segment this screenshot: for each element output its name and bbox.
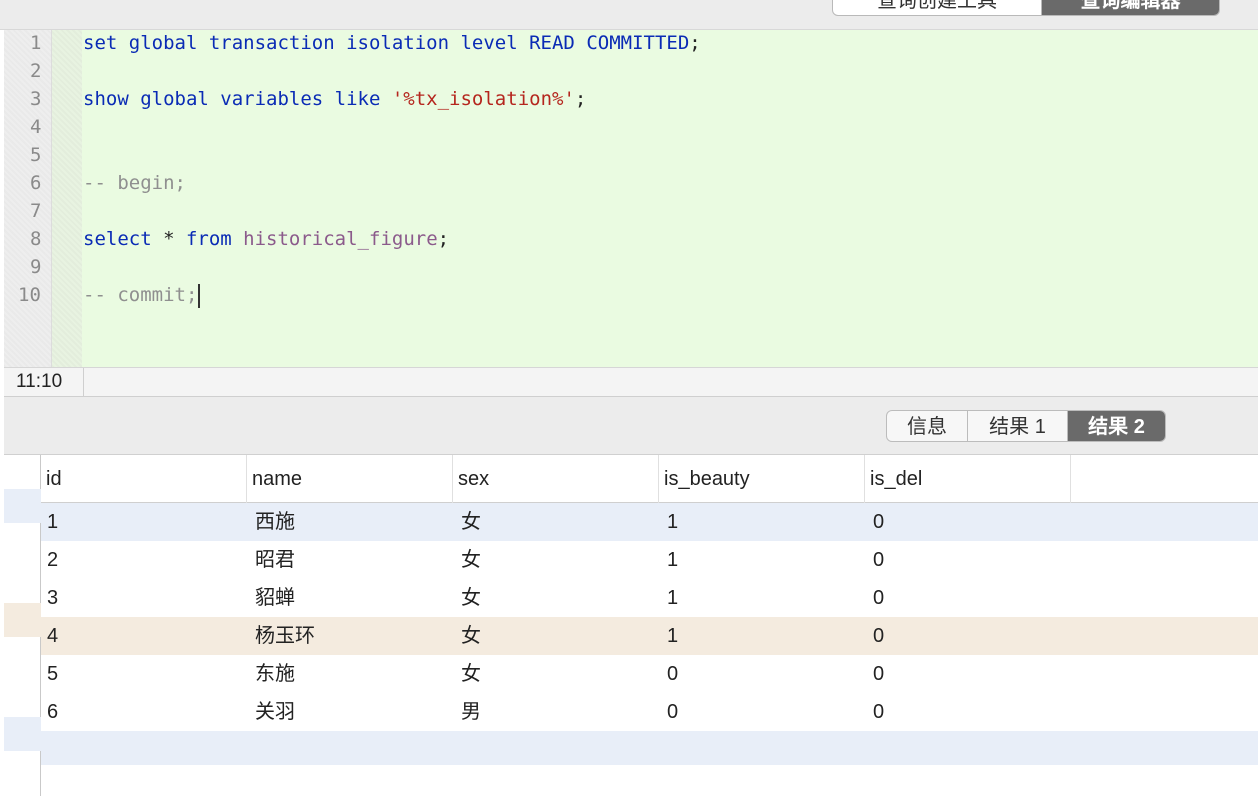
- table-cell[interactable]: 0: [865, 693, 1071, 731]
- code-token: '%tx_isolation%': [391, 88, 575, 110]
- line-number: 6: [30, 172, 42, 194]
- code-line[interactable]: [82, 254, 1258, 282]
- code-line[interactable]: -- commit;: [82, 282, 1258, 310]
- column-header-is-del[interactable]: is_del: [865, 455, 1071, 503]
- table-cell[interactable]: 女: [453, 655, 659, 693]
- code-token: -- begin;: [83, 172, 186, 194]
- table-cell[interactable]: 杨玉环: [247, 617, 453, 655]
- code-token: -- commit;: [83, 284, 198, 306]
- top-toolbar: 查询创建工具 查询编辑器: [0, 0, 1258, 30]
- table-cell[interactable]: 0: [659, 693, 865, 731]
- editor-status-bar: 11:10: [4, 367, 1258, 397]
- row-marker-new: [4, 717, 41, 751]
- tab-result-2[interactable]: 结果 2: [1067, 411, 1165, 441]
- table-cell[interactable]: 1: [659, 617, 865, 655]
- result-toolbar: 信息 结果 1 结果 2: [4, 397, 1258, 455]
- code-line[interactable]: [82, 114, 1258, 142]
- table-cell[interactable]: 女: [453, 617, 659, 655]
- code-token: from: [185, 228, 244, 250]
- table-row[interactable]: 1 西施女 1 0: [41, 503, 1258, 541]
- table-cell[interactable]: 3: [41, 579, 247, 617]
- table-cell[interactable]: 5: [41, 655, 247, 693]
- table-cell[interactable]: 貂蝉: [247, 579, 453, 617]
- line-number: 1: [30, 32, 42, 54]
- table-cell[interactable]: 0: [865, 617, 1071, 655]
- line-number-gutter: 1 2 3 4 5 6 7 8 9 10: [4, 30, 52, 367]
- column-header-is-beauty[interactable]: is_beauty: [659, 455, 865, 503]
- line-number: 10: [18, 284, 41, 306]
- table-cell[interactable]: 0: [865, 503, 1071, 541]
- result-grid[interactable]: id name sex is_beauty is_del 1 西施女 1 0 2 昭君女 1 0 3 貂蝉…: [4, 455, 1258, 796]
- code-area[interactable]: set global transaction isolation level R…: [82, 30, 1258, 367]
- table-header: id name sex is_beauty is_del: [41, 455, 1258, 503]
- editor-mode-tabs: 查询创建工具 查询编辑器: [832, 0, 1220, 16]
- tab-info[interactable]: 信息: [887, 411, 967, 441]
- table-cell[interactable]: 0: [659, 655, 865, 693]
- code-token: ;: [689, 32, 701, 54]
- sql-editor[interactable]: 1 2 3 4 5 6 7 8 9 10 set global transaction isola…: [4, 30, 1258, 367]
- new-row-placeholder[interactable]: [41, 731, 1258, 765]
- line-number: 2: [30, 60, 42, 82]
- table-cell[interactable]: 女: [453, 503, 659, 541]
- table-cell[interactable]: 2: [41, 541, 247, 579]
- row-marker-hover: [4, 603, 41, 637]
- tab-result-1[interactable]: 结果 1: [967, 411, 1067, 441]
- table-cell[interactable]: 东施: [247, 655, 453, 693]
- line-number: 5: [30, 144, 42, 166]
- table-cell[interactable]: 西施: [247, 503, 453, 541]
- code-token: ;: [574, 88, 587, 110]
- table-cell[interactable]: 0: [865, 579, 1071, 617]
- fold-gutter: [52, 30, 82, 367]
- line-number: 3: [30, 88, 42, 110]
- line-number: 8: [30, 228, 42, 250]
- code-line[interactable]: select * from historical_figure;: [82, 226, 1258, 254]
- table-cell[interactable]: 1: [659, 503, 865, 541]
- code-line[interactable]: set global transaction isolation level R…: [82, 30, 1258, 58]
- table-cell[interactable]: 女: [453, 541, 659, 579]
- table-cell[interactable]: 6: [41, 693, 247, 731]
- code-line[interactable]: show global variables like '%tx_isolatio…: [82, 86, 1258, 114]
- table-cell[interactable]: 0: [865, 541, 1071, 579]
- code-token: show global variables like: [83, 88, 392, 110]
- table-body: 1 西施女 1 0 2 昭君女 1 0 3 貂蝉女 1 0 4 杨玉环女 1 0 5 东施女 0 0 6 关羽男 0 0: [41, 503, 1258, 731]
- row-header-gutter: [4, 455, 41, 796]
- column-header-id[interactable]: id: [41, 455, 247, 503]
- code-token: *: [163, 228, 186, 250]
- cursor-position: 11:10: [4, 368, 84, 396]
- table-cell[interactable]: 4: [41, 617, 247, 655]
- table-cell[interactable]: 女: [453, 579, 659, 617]
- code-token: set global transaction isolation level R…: [83, 32, 690, 54]
- row-marker-selected: [4, 489, 41, 523]
- line-number: 9: [30, 256, 42, 278]
- text-caret: [198, 283, 201, 308]
- code-line[interactable]: [82, 142, 1258, 170]
- line-number: 4: [30, 116, 42, 138]
- result-table: id name sex is_beauty is_del 1 西施女 1 0 2 昭君女 1 0 3 貂蝉…: [41, 455, 1258, 765]
- line-number: 7: [30, 200, 42, 222]
- table-cell[interactable]: 1: [659, 541, 865, 579]
- code-token: select: [83, 228, 164, 250]
- code-line[interactable]: -- begin;: [82, 170, 1258, 198]
- tab-query-builder[interactable]: 查询创建工具: [833, 0, 1041, 15]
- table-cell[interactable]: 0: [865, 655, 1071, 693]
- table-cell[interactable]: 1: [659, 579, 865, 617]
- column-header-sex[interactable]: sex: [453, 455, 659, 503]
- table-row[interactable]: 2 昭君女 1 0: [41, 541, 1258, 579]
- table-row[interactable]: 6 关羽男 0 0: [41, 693, 1258, 731]
- table-cell[interactable]: 1: [41, 503, 247, 541]
- code-token: ;: [437, 228, 450, 250]
- code-token: historical_figure: [243, 228, 438, 250]
- code-line[interactable]: [82, 198, 1258, 226]
- table-row[interactable]: 3 貂蝉女 1 0: [41, 579, 1258, 617]
- table-cell[interactable]: 关羽: [247, 693, 453, 731]
- tab-query-editor[interactable]: 查询编辑器: [1041, 0, 1219, 15]
- column-header-name[interactable]: name: [247, 455, 453, 503]
- table-row[interactable]: 4 杨玉环女 1 0: [41, 617, 1258, 655]
- table-row[interactable]: 5 东施女 0 0: [41, 655, 1258, 693]
- table-cell[interactable]: 男: [453, 693, 659, 731]
- result-tabs: 信息 结果 1 结果 2: [886, 410, 1166, 442]
- table-cell[interactable]: 昭君: [247, 541, 453, 579]
- code-line[interactable]: [82, 58, 1258, 86]
